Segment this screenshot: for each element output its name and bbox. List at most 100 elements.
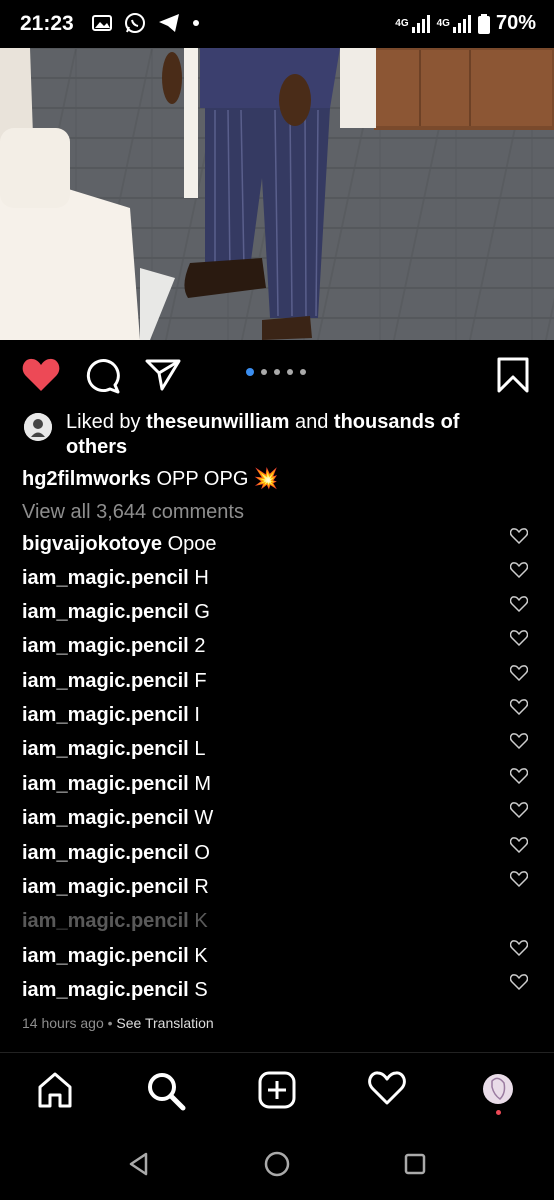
comment-text: H bbox=[194, 567, 209, 589]
comment-like-icon[interactable] bbox=[510, 837, 528, 853]
liked-by-prefix: Liked by bbox=[66, 411, 147, 433]
search-icon[interactable] bbox=[146, 1071, 186, 1111]
post-timestamp: 14 hours ago bbox=[22, 1015, 104, 1031]
bookmark-icon[interactable] bbox=[496, 356, 530, 394]
comment-like-icon[interactable] bbox=[510, 528, 528, 544]
comment-username[interactable]: iam_magic.pencil bbox=[22, 807, 189, 829]
status-bar: 21:23 4G 4G 70% bbox=[0, 0, 554, 48]
more-notifications-dot-icon bbox=[193, 20, 199, 26]
comment-row: iam_magic.pencil M bbox=[22, 768, 532, 803]
profile-avatar[interactable] bbox=[482, 1073, 514, 1115]
system-navigation-bar bbox=[0, 1126, 554, 1200]
liker-avatar bbox=[24, 413, 52, 441]
comment-like-icon[interactable] bbox=[510, 802, 528, 818]
comment-text: O bbox=[194, 842, 210, 864]
view-all-comments-link[interactable]: View all 3,644 comments bbox=[22, 501, 244, 524]
profile-avatar-image bbox=[483, 1074, 513, 1104]
comment-username[interactable]: iam_magic.pencil bbox=[22, 945, 189, 967]
comment-row: iam_magic.pencil K bbox=[22, 940, 532, 975]
carousel-dot-active bbox=[246, 368, 254, 376]
recents-icon[interactable] bbox=[404, 1153, 426, 1175]
comment-like-icon[interactable] bbox=[510, 940, 528, 956]
comment-like-icon[interactable] bbox=[510, 665, 528, 681]
status-right: 4G 4G 70% bbox=[395, 12, 536, 35]
comment-row: iam_magic.pencil I bbox=[22, 699, 532, 734]
comment-like-icon[interactable] bbox=[510, 699, 528, 715]
bottom-navigation bbox=[0, 1052, 554, 1127]
comment-text: Opoe bbox=[167, 533, 217, 555]
comment-row: iam_magic.pencil R bbox=[22, 871, 532, 906]
battery-icon bbox=[477, 13, 490, 34]
comment-row: iam_magic.pencil L bbox=[22, 733, 532, 768]
comment-row: iam_magic.pencil F bbox=[22, 665, 532, 700]
home-circle-icon[interactable] bbox=[264, 1151, 290, 1177]
carousel-dot bbox=[261, 369, 267, 375]
status-time: 21:23 bbox=[20, 12, 74, 35]
comment-username[interactable]: iam_magic.pencil bbox=[22, 979, 189, 1001]
carousel-dot bbox=[274, 369, 280, 375]
comment-username[interactable]: iam_magic.pencil bbox=[22, 738, 189, 760]
carousel-dot bbox=[300, 369, 306, 375]
post-caption: hg2filmworks OPP OPG 💥 bbox=[22, 466, 279, 491]
comment-username[interactable]: iam_magic.pencil bbox=[22, 876, 189, 898]
comment-row: iam_magic.pencil G bbox=[22, 596, 532, 631]
comment-like-icon[interactable] bbox=[510, 596, 528, 612]
comment-row: iam_magic.pencil 2 bbox=[22, 630, 532, 665]
post-image[interactable] bbox=[0, 48, 554, 340]
telegram-icon bbox=[159, 14, 179, 32]
see-translation-link[interactable]: See Translation bbox=[116, 1015, 213, 1031]
profile-notification-dot bbox=[496, 1110, 501, 1115]
comment-text: K bbox=[194, 910, 208, 932]
signal-icon-1 bbox=[411, 14, 430, 33]
comment-like-icon[interactable] bbox=[510, 974, 528, 990]
comment-like-icon[interactable] bbox=[510, 630, 528, 646]
comment-text: I bbox=[194, 704, 200, 726]
comment-username[interactable]: iam_magic.pencil bbox=[22, 601, 189, 623]
comment-like-icon[interactable] bbox=[510, 733, 528, 749]
comment-username[interactable]: iam_magic.pencil bbox=[22, 635, 189, 657]
comment-username[interactable]: iam_magic.pencil bbox=[22, 842, 189, 864]
comment-like-icon[interactable] bbox=[510, 768, 528, 784]
network-type-2: 4G bbox=[436, 18, 450, 29]
comment-text: M bbox=[194, 773, 211, 795]
comment-text: R bbox=[194, 876, 209, 898]
comment-username[interactable]: iam_magic.pencil bbox=[22, 567, 189, 589]
comment-text: K bbox=[194, 945, 208, 967]
comment-username[interactable]: bigvaijokotoye bbox=[22, 533, 162, 555]
caption-username[interactable]: hg2filmworks bbox=[22, 468, 151, 490]
heart-filled-icon[interactable] bbox=[22, 358, 60, 392]
comment-username[interactable]: iam_magic.pencil bbox=[22, 670, 189, 692]
plus-square-icon[interactable] bbox=[258, 1071, 296, 1109]
comment-username[interactable]: iam_magic.pencil bbox=[22, 704, 189, 726]
comment-text: L bbox=[194, 738, 206, 760]
back-icon[interactable] bbox=[128, 1152, 150, 1176]
comment-like-icon[interactable] bbox=[510, 871, 528, 887]
liked-by-username[interactable]: theseunwilliam bbox=[146, 411, 289, 433]
comment-username[interactable]: iam_magic.pencil bbox=[22, 773, 189, 795]
carousel-dot bbox=[287, 369, 293, 375]
battery-percent: 70% bbox=[495, 12, 536, 34]
liked-by-text: Liked by theseunwilliam and thousands of… bbox=[66, 410, 506, 460]
comment-like-icon[interactable] bbox=[510, 562, 528, 578]
paper-plane-icon[interactable] bbox=[144, 358, 182, 392]
notification-icons bbox=[92, 12, 200, 34]
comment-bubble-icon[interactable] bbox=[84, 358, 120, 394]
comment-text: W bbox=[194, 807, 214, 829]
caption-text: OPP OPG 💥 bbox=[156, 468, 279, 490]
signal-icon-2 bbox=[452, 14, 471, 33]
comment-text: G bbox=[194, 601, 210, 623]
post-photo-scene bbox=[0, 48, 554, 340]
home-icon[interactable] bbox=[36, 1071, 74, 1109]
comment-row: bigvaijokotoye Opoe bbox=[22, 528, 532, 563]
comment-row: iam_magic.pencil O bbox=[22, 837, 532, 872]
comment-text: S bbox=[194, 979, 208, 1001]
comment-text: 2 bbox=[194, 635, 206, 657]
gallery-notification-icon bbox=[92, 15, 112, 31]
heart-outline-icon[interactable] bbox=[368, 1071, 406, 1105]
network-type: 4G bbox=[395, 18, 409, 29]
liked-by-and: and bbox=[289, 411, 334, 433]
comment-text: F bbox=[194, 670, 207, 692]
comment-username[interactable]: iam_magic.pencil bbox=[22, 910, 189, 932]
comment-row: iam_magic.pencil W bbox=[22, 802, 532, 837]
whatsapp-icon bbox=[125, 13, 145, 33]
